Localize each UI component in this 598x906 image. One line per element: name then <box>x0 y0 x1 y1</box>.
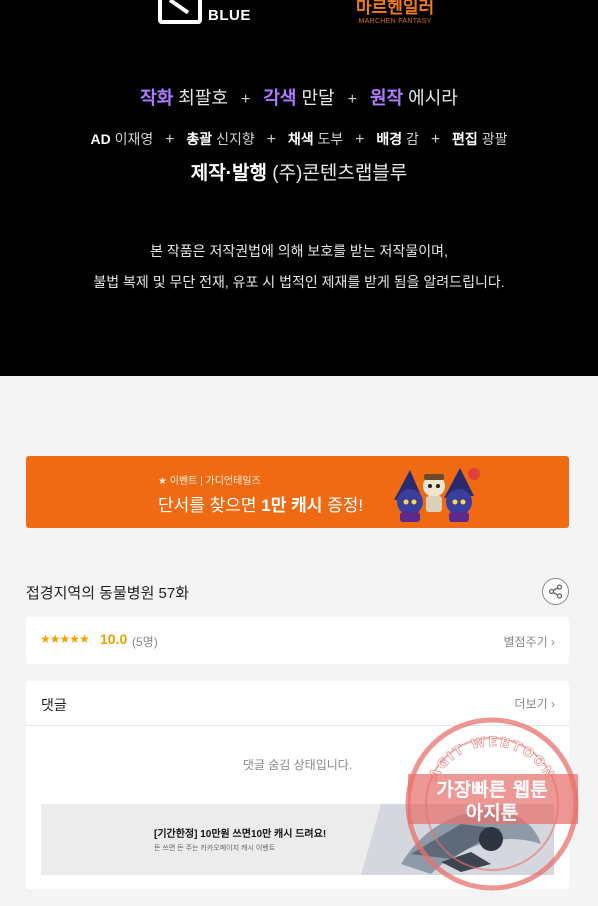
credit-line-staff: AD 이재영 + 총괄 신지향 + 채색 도부 + 배경 감 + 편집 광팔 <box>0 129 598 149</box>
credit-name: (주)콘텐츠랩블루 <box>272 163 408 184</box>
imprint-logo-kr: 마르헨일러 <box>356 0 435 17</box>
credit-role: 채색 <box>287 131 314 147</box>
credit-name: 광팔 <box>481 131 508 147</box>
plus-sign: + <box>430 131 441 148</box>
rating-panel: ★★★★★ 10.0 (5명) 별점주기 › <box>26 617 569 664</box>
comments-more-button[interactable]: 더보기 › <box>515 695 555 712</box>
credit-role: 편집 <box>452 131 478 147</box>
event-banner[interactable]: ★ 이벤트 | 가디언테일즈 단서를 찾으면 1만 캐시 증정! <box>26 456 569 528</box>
comments-title: 댓글 <box>41 697 67 713</box>
credit-name: 신지향 <box>216 131 255 147</box>
plus-sign: + <box>241 91 251 108</box>
credit-role: 배경 <box>376 131 403 147</box>
banner-text-part: 단서를 찾으면 <box>158 496 262 515</box>
credit-role: 작화 <box>140 88 174 108</box>
banner-text: 단서를 찾으면 1만 캐시 증정! <box>158 491 363 516</box>
publisher-logo-mark <box>158 0 202 24</box>
credits-section: BLUE 마르헨일러 MARCHEN FANTASY 작화 최팔호 + 각색 만… <box>0 0 598 376</box>
copyright-notice-2: 불법 복제 및 무단 전재, 유포 시 법적인 제재를 받게 됨을 알려드립니다… <box>93 274 505 290</box>
plus-sign: + <box>266 131 276 148</box>
plus-sign: + <box>347 91 357 108</box>
credit-role: AD <box>90 131 111 147</box>
banner-text-bold: 1만 캐시 <box>261 496 323 515</box>
credit-role: 제작·발행 <box>190 163 267 184</box>
star-rating-icon: ★★★★★ <box>40 632 90 646</box>
share-button[interactable] <box>542 578 569 605</box>
ad-subtitle: 돈 쓰면 돈 주는 카카오페이지 캐시 이벤트 <box>154 845 276 852</box>
plus-sign: + <box>165 131 175 148</box>
credit-line-publisher: 제작·발행 (주)콘텐츠랩블루 <box>0 158 598 185</box>
credit-role: 총괄 <box>186 131 213 147</box>
credit-role: 원작 <box>370 88 404 108</box>
imprint-logo-en: MARCHEN FANTASY <box>358 18 432 25</box>
rating-score: 10.0 <box>100 631 128 647</box>
publisher-logo: BLUE <box>158 0 251 24</box>
credit-name: 감 <box>406 131 419 147</box>
watermark-line-1: 가장빠른 웹툰 <box>436 779 548 801</box>
rating-votes: (5명) <box>132 635 158 649</box>
watermark-line-2: 아지툰 <box>466 802 518 824</box>
banner-tag: ★ 이벤트 | 가디언테일즈 <box>158 476 261 487</box>
credit-line-main: 작화 최팔호 + 각색 만달 + 원작 에시라 <box>0 84 598 110</box>
banner-characters-image <box>394 468 480 522</box>
plus-sign: + <box>355 131 365 148</box>
credit-name: 에시라 <box>408 88 458 108</box>
imprint-logo: 마르헨일러 MARCHEN FANTASY <box>356 0 434 25</box>
credit-name: 이재영 <box>114 131 154 147</box>
share-icon <box>548 584 563 599</box>
credit-name: 만달 <box>301 88 335 108</box>
credit-name: 최팔호 <box>178 88 228 108</box>
ad-title: [기간한정] 10만원 쓰면10만 캐시 드려요! <box>154 829 327 840</box>
copyright-notice-1: 본 작품은 저작권법에 의해 보호를 받는 저작물이며, <box>150 243 448 259</box>
banner-text-part: 증정! <box>322 496 364 515</box>
watermark-stamp: AGIT WEBTOON 가장빠른 웹툰 아지툰 <box>405 717 579 891</box>
rate-button[interactable]: 별점주기 › <box>504 633 556 650</box>
publisher-logo-text: BLUE <box>208 6 251 24</box>
episode-title: 접경지역의 동물병원 57화 <box>26 585 190 602</box>
credit-name: 도부 <box>317 131 344 147</box>
credit-role: 각색 <box>263 88 297 108</box>
